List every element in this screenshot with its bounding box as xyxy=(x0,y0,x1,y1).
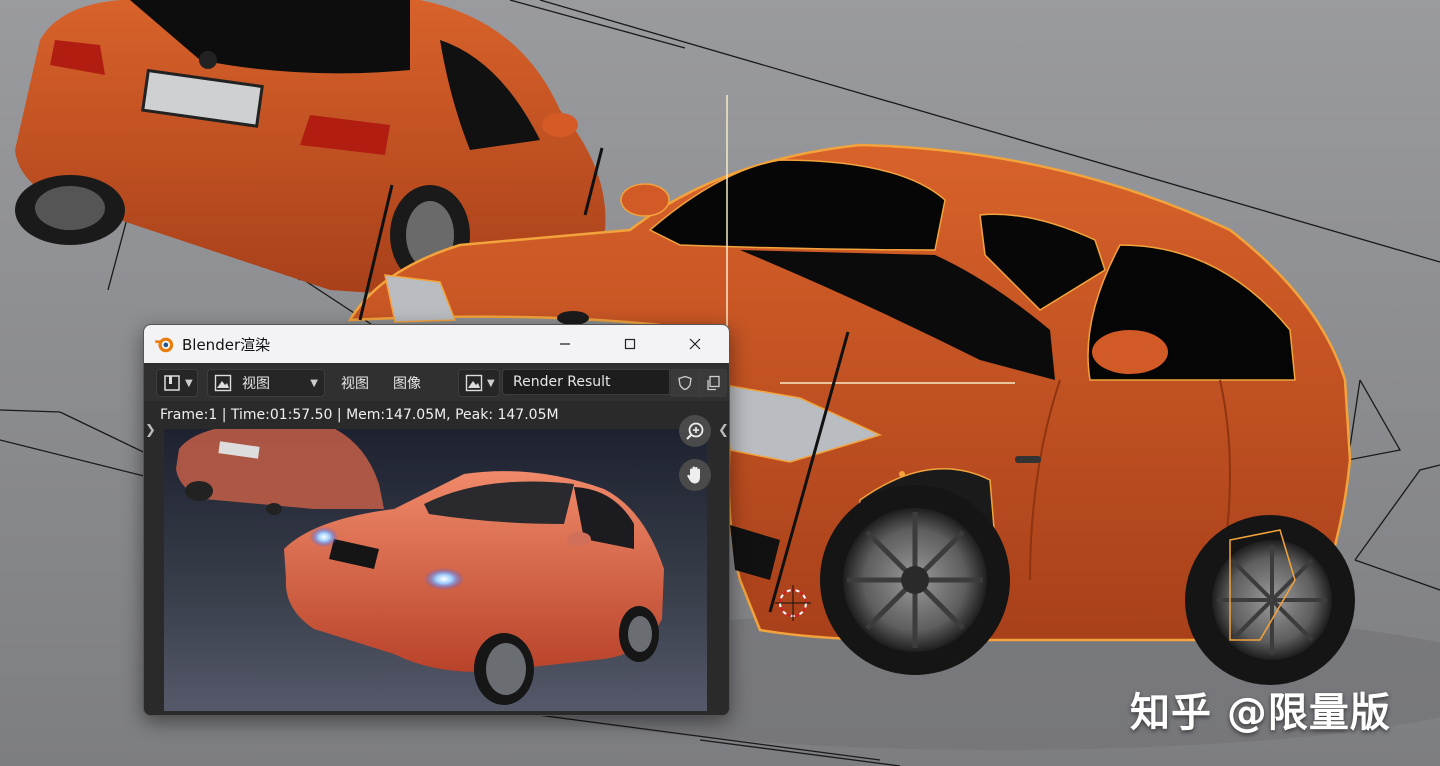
menu-image[interactable]: 图像 xyxy=(393,373,421,393)
blender-logo-icon xyxy=(154,337,174,353)
view-mode-label: 视图 xyxy=(242,376,270,392)
maximize-button[interactable] xyxy=(607,325,653,363)
view-mode-dropdown[interactable]: 视图 ▼ xyxy=(207,369,325,397)
window-titlebar[interactable]: Blender渲染 xyxy=(144,325,729,363)
menu-view[interactable]: 视图 xyxy=(341,373,369,393)
duplicate-icon xyxy=(707,375,720,391)
new-image-button[interactable] xyxy=(699,369,727,397)
image-name: Render Result xyxy=(513,374,611,390)
chevron-down-icon: ▼ xyxy=(185,377,193,389)
render-window[interactable]: Blender渲染 ▼ 视图 ▼ 视图 图像 ▼ Render Result F… xyxy=(143,324,730,716)
chevron-down-icon: ▼ xyxy=(487,377,495,389)
shield-icon xyxy=(678,375,692,391)
image-name-field[interactable]: Render Result xyxy=(502,369,670,395)
maximize-icon xyxy=(624,338,636,350)
image-icon xyxy=(465,374,483,392)
close-button[interactable] xyxy=(672,325,718,363)
chevron-left-icon[interactable]: ❮ xyxy=(718,423,729,438)
editor-type-dropdown[interactable]: ▼ xyxy=(156,369,198,397)
fake-user-button[interactable] xyxy=(671,369,699,397)
render-stats: Frame:1 | Time:01:57.50 | Mem:147.05M, P… xyxy=(160,407,559,423)
image-editor-icon xyxy=(164,375,180,391)
image-browse-dropdown[interactable]: ▼ xyxy=(458,369,500,397)
image-canvas[interactable]: Frame:1 | Time:01:57.50 | Mem:147.05M, P… xyxy=(144,401,729,715)
minimize-icon xyxy=(560,343,570,345)
image-icon xyxy=(214,374,232,392)
chevron-down-icon: ▼ xyxy=(310,377,318,389)
hand-icon xyxy=(687,466,700,484)
window-title: Blender渲染 xyxy=(182,335,271,354)
zoom-in-icon xyxy=(686,422,704,440)
chevron-right-icon[interactable]: ❯ xyxy=(145,423,156,438)
watermark-text: 知乎 @限量版 xyxy=(1130,690,1391,736)
minimize-button[interactable] xyxy=(542,325,588,363)
close-icon xyxy=(689,338,701,350)
image-editor-header: ▼ 视图 ▼ 视图 图像 ▼ Render Result xyxy=(144,363,729,401)
zoom-button[interactable] xyxy=(679,415,711,447)
pan-button[interactable] xyxy=(679,459,711,491)
render-result-image xyxy=(164,429,707,711)
